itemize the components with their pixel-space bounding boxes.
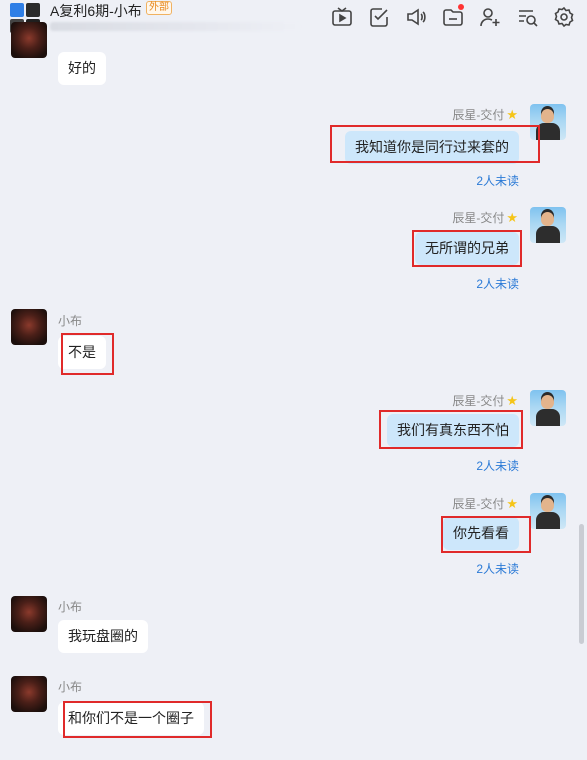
- read-status[interactable]: 2人未读: [476, 275, 519, 292]
- avatar[interactable]: [11, 22, 47, 58]
- announcement-icon[interactable]: [405, 6, 427, 28]
- message-bubble[interactable]: 好的: [58, 52, 106, 85]
- chat-header: A复利6期-小布 外部: [0, 0, 587, 36]
- external-badge: 外部: [146, 1, 172, 15]
- star-icon: ★: [506, 210, 518, 225]
- star-icon: ★: [506, 107, 518, 122]
- sender-name: 小布: [58, 314, 83, 328]
- sender-name: 辰星-交付 ★: [452, 393, 518, 408]
- sender-name: 小布: [58, 680, 83, 694]
- sender-name: 辰星-交付 ★: [452, 210, 518, 225]
- avatar[interactable]: [530, 207, 566, 243]
- highlight-box: [441, 516, 531, 553]
- add-member-icon[interactable]: [479, 6, 501, 28]
- avatar[interactable]: [530, 390, 566, 426]
- settings-icon[interactable]: [553, 6, 575, 28]
- avatar[interactable]: [11, 309, 47, 345]
- highlight-box: [379, 410, 523, 449]
- avatar[interactable]: [11, 596, 47, 632]
- sender-name: 辰星-交付 ★: [452, 496, 518, 511]
- star-icon: ★: [506, 393, 518, 408]
- highlight-box: [412, 230, 522, 267]
- sender-name: 小布: [58, 600, 83, 614]
- message-list[interactable]: 好的 辰星-交付 ★ 我知道你是同行过来套的 2人未读 辰星-交付 ★ 无所谓的兄弟…: [0, 22, 587, 760]
- star-icon: ★: [506, 496, 518, 511]
- notification-dot: [458, 4, 464, 10]
- search-history-icon[interactable]: [516, 6, 538, 28]
- checklist-icon[interactable]: [368, 6, 390, 28]
- avatar[interactable]: [11, 676, 47, 712]
- video-icon[interactable]: [331, 6, 353, 28]
- read-status[interactable]: 2人未读: [476, 172, 519, 189]
- scrollbar[interactable]: [579, 524, 584, 644]
- read-status[interactable]: 2人未读: [476, 560, 519, 577]
- avatar[interactable]: [530, 493, 566, 529]
- header-toolbar: [331, 4, 575, 28]
- sender-name: 辰星-交付 ★: [452, 107, 518, 122]
- highlight-box: [330, 125, 540, 163]
- message-bubble[interactable]: 我玩盘圈的: [58, 620, 148, 653]
- read-status[interactable]: 2人未读: [476, 457, 519, 474]
- chat-title[interactable]: A复利6期-小布: [50, 1, 142, 21]
- blurred-subtitle: [50, 22, 300, 31]
- highlight-box: [61, 333, 114, 375]
- folder-icon[interactable]: [442, 4, 464, 28]
- highlight-box: [63, 701, 212, 738]
